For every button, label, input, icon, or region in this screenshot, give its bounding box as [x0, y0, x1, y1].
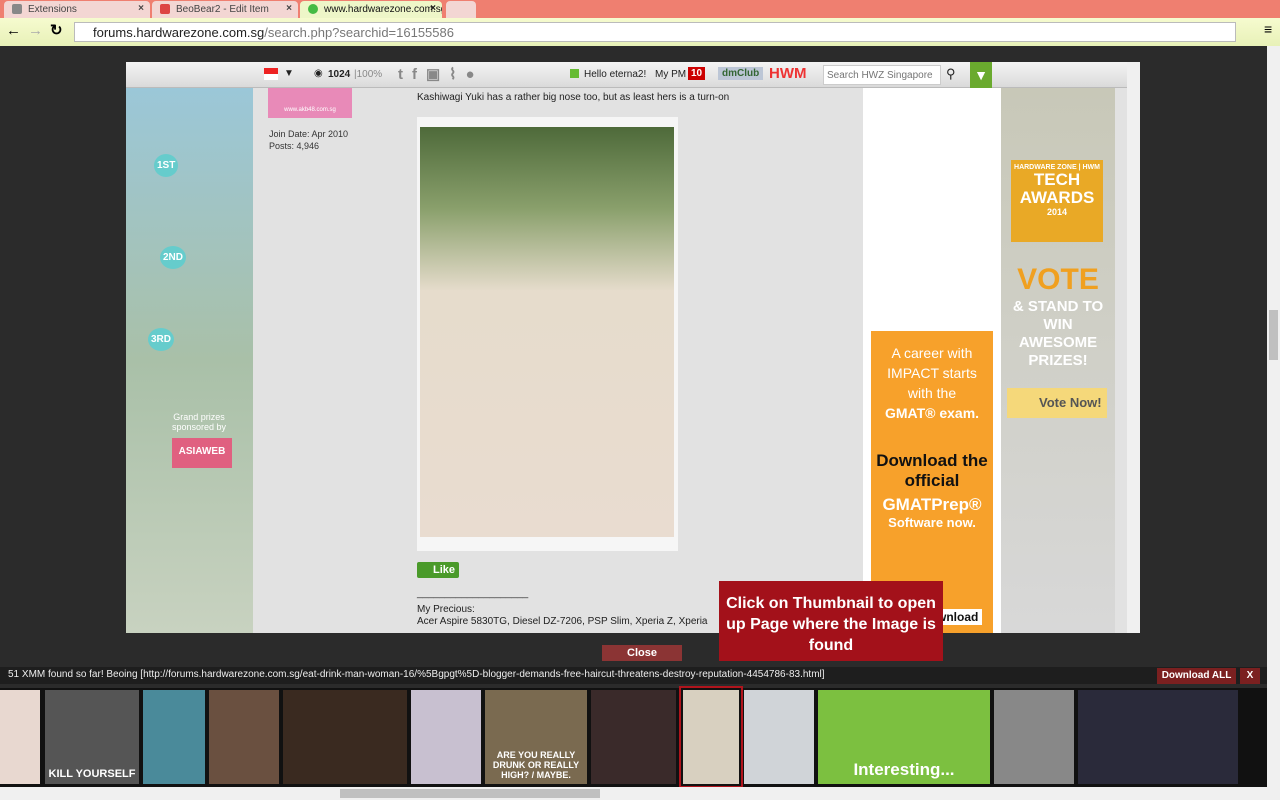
- tech-awards-ad[interactable]: HARDWARE ZONE | HWM TECH AWARDS 2014 VOT…: [1001, 88, 1115, 633]
- thumbnail[interactable]: [411, 690, 481, 784]
- status-bar: 51 XMM found so far! Beoing [http://foru…: [0, 667, 1267, 684]
- signature-divider: ____________________: [417, 588, 529, 599]
- pm-count-badge: 10: [688, 67, 706, 80]
- modal-scrollbar[interactable]: [1127, 62, 1140, 633]
- photo: [420, 127, 674, 537]
- flag-icon[interactable]: [264, 68, 278, 80]
- page-scrollbar[interactable]: [1267, 46, 1280, 800]
- social-icons[interactable]: tf▣⌇●: [398, 65, 484, 83]
- menu-icon[interactable]: ≡: [1264, 21, 1272, 37]
- place-badge: 1ST: [154, 154, 179, 177]
- horizontal-scrollbar[interactable]: [0, 787, 1267, 800]
- ad-product: GMATPrep®: [882, 495, 982, 514]
- close-button[interactable]: Close: [602, 645, 682, 661]
- thumbnail[interactable]: [143, 690, 205, 784]
- signature-text: Acer Aspire 5830TG, Diesel DZ-7206, PSP …: [417, 616, 708, 627]
- user-badge: www.akb48.com.sg: [268, 88, 352, 118]
- ad-text: A career with IMPACT starts with the: [887, 345, 977, 401]
- page-icon: [160, 4, 170, 14]
- thumbnail[interactable]: Interesting...: [818, 690, 990, 784]
- thumbnail-selected[interactable]: [679, 686, 743, 788]
- thumbnail[interactable]: [209, 690, 279, 784]
- dropdown-toggle-icon[interactable]: ▼: [970, 62, 992, 89]
- status-icon: [570, 69, 579, 78]
- view-count: 1024: [328, 69, 351, 80]
- ad-title: TECH AWARDS: [1019, 170, 1095, 207]
- signature-title: My Precious:: [417, 604, 475, 615]
- thumbnail[interactable]: [591, 690, 676, 784]
- greeting[interactable]: Hello eterna2!: [584, 69, 646, 80]
- close-icon[interactable]: ×: [138, 3, 144, 14]
- thumbnail-caption: KILL YOURSELF: [48, 768, 136, 780]
- site-icon: [308, 4, 318, 14]
- puzzle-icon: [12, 4, 22, 14]
- like-button[interactable]: Like: [417, 562, 460, 578]
- search-icon[interactable]: ⚲: [946, 66, 956, 82]
- thumbnail[interactable]: [744, 690, 814, 784]
- tab-beobear[interactable]: BeoBear2 - Edit Item ×: [152, 1, 298, 18]
- scrollbar-thumb[interactable]: [340, 789, 600, 798]
- close-icon[interactable]: ×: [286, 3, 292, 14]
- address-bar[interactable]: forums.hardwarezone.com.sg/search.php?se…: [74, 22, 1236, 42]
- page-preview-modal: ▼ ◉ 1024 |100% tf▣⌇● Hello eterna2! My P…: [126, 62, 1140, 633]
- dmclub-logo[interactable]: dmClub: [718, 67, 764, 80]
- forward-icon[interactable]: →: [28, 22, 43, 39]
- left-ad-banner[interactable]: 1ST 2ND 3RD Grand prizes sponsored by AS…: [126, 88, 253, 633]
- place-badge: 3RD: [148, 328, 175, 351]
- badge-text: www.akb48.com.sg: [284, 107, 336, 113]
- thumbnail-strip: KILL YOURSELF ARE YOU REALLY DRUNK OR RE…: [0, 686, 1267, 788]
- join-date: Join Date: Apr 2010: [269, 129, 349, 139]
- place-badge: 2ND: [160, 246, 187, 269]
- ad-subtext: & STAND TO WIN AWESOME PRIZES!: [1012, 298, 1104, 369]
- ad-headline: Download the official: [876, 451, 988, 490]
- thumbnail-caption: ARE YOU REALLY DRUNK OR REALLY HIGH? / M…: [492, 750, 580, 780]
- ad-vote: VOTE: [1017, 263, 1099, 296]
- url-host: forums.hardwarezone.com.sg: [93, 25, 265, 40]
- help-tooltip: Click on Thumbnail to open up Page where…: [719, 581, 943, 661]
- download-all-button[interactable]: Download ALL: [1157, 668, 1236, 684]
- vote-now-button[interactable]: Vote Now!: [1007, 388, 1107, 418]
- post-count: Posts: 4,946: [269, 141, 320, 151]
- post-image[interactable]: [417, 117, 678, 551]
- like-label: Like: [433, 564, 456, 576]
- zoom-percent: |100%: [354, 69, 383, 80]
- chevron-down-icon[interactable]: ▼: [284, 68, 294, 79]
- dismiss-button[interactable]: X: [1240, 668, 1260, 684]
- ad-brand: GMAT® exam.: [884, 405, 980, 421]
- new-tab-button[interactable]: [446, 1, 476, 18]
- thumbnail[interactable]: [0, 690, 40, 784]
- thumbnail[interactable]: [994, 690, 1074, 784]
- tab-hardwarezone[interactable]: www.hardwarezone.com.sg ×: [300, 1, 442, 18]
- site-header: ▼ ◉ 1024 |100% tf▣⌇● Hello eterna2! My P…: [126, 62, 1127, 89]
- scrollbar-thumb[interactable]: [1269, 310, 1278, 360]
- thumbnail-caption: Interesting...: [853, 760, 955, 779]
- eye-icon: ◉: [314, 68, 323, 79]
- asiaweb-logo: ASIAWEB: [172, 438, 232, 468]
- hwm-logo[interactable]: HWM: [769, 65, 807, 82]
- url-path: /search.php?searchid=16155586: [264, 25, 454, 40]
- site-search-input[interactable]: [823, 65, 941, 85]
- user-info: www.akb48.com.sg Join Date: Apr 2010 Pos…: [262, 88, 412, 633]
- tab-label: BeoBear2 - Edit Item: [176, 4, 269, 15]
- thumbnail[interactable]: [283, 690, 407, 784]
- close-icon[interactable]: ×: [430, 3, 436, 14]
- thumbnail[interactable]: [1078, 690, 1238, 784]
- thumbnail[interactable]: KILL YOURSELF: [45, 690, 139, 784]
- tab-label: Extensions: [28, 4, 77, 15]
- thumbnail[interactable]: ARE YOU REALLY DRUNK OR REALLY HIGH? / M…: [485, 690, 587, 784]
- sponsor-text: Grand prizes sponsored by: [171, 412, 227, 432]
- post-text: Kashiwagi Yuki has a rather big nose too…: [417, 92, 730, 103]
- reload-icon[interactable]: ↻: [50, 21, 63, 39]
- pm-link[interactable]: My PM: [655, 69, 686, 80]
- back-icon[interactable]: ←: [6, 22, 21, 39]
- ad-text: Software now.: [888, 515, 976, 530]
- ad-year: 2014: [1046, 207, 1068, 217]
- tab-label: www.hardwarezone.com.sg: [324, 4, 442, 15]
- tab-bar: Extensions × BeoBear2 - Edit Item × www.ha…: [0, 0, 1280, 18]
- tab-extensions[interactable]: Extensions ×: [4, 1, 150, 18]
